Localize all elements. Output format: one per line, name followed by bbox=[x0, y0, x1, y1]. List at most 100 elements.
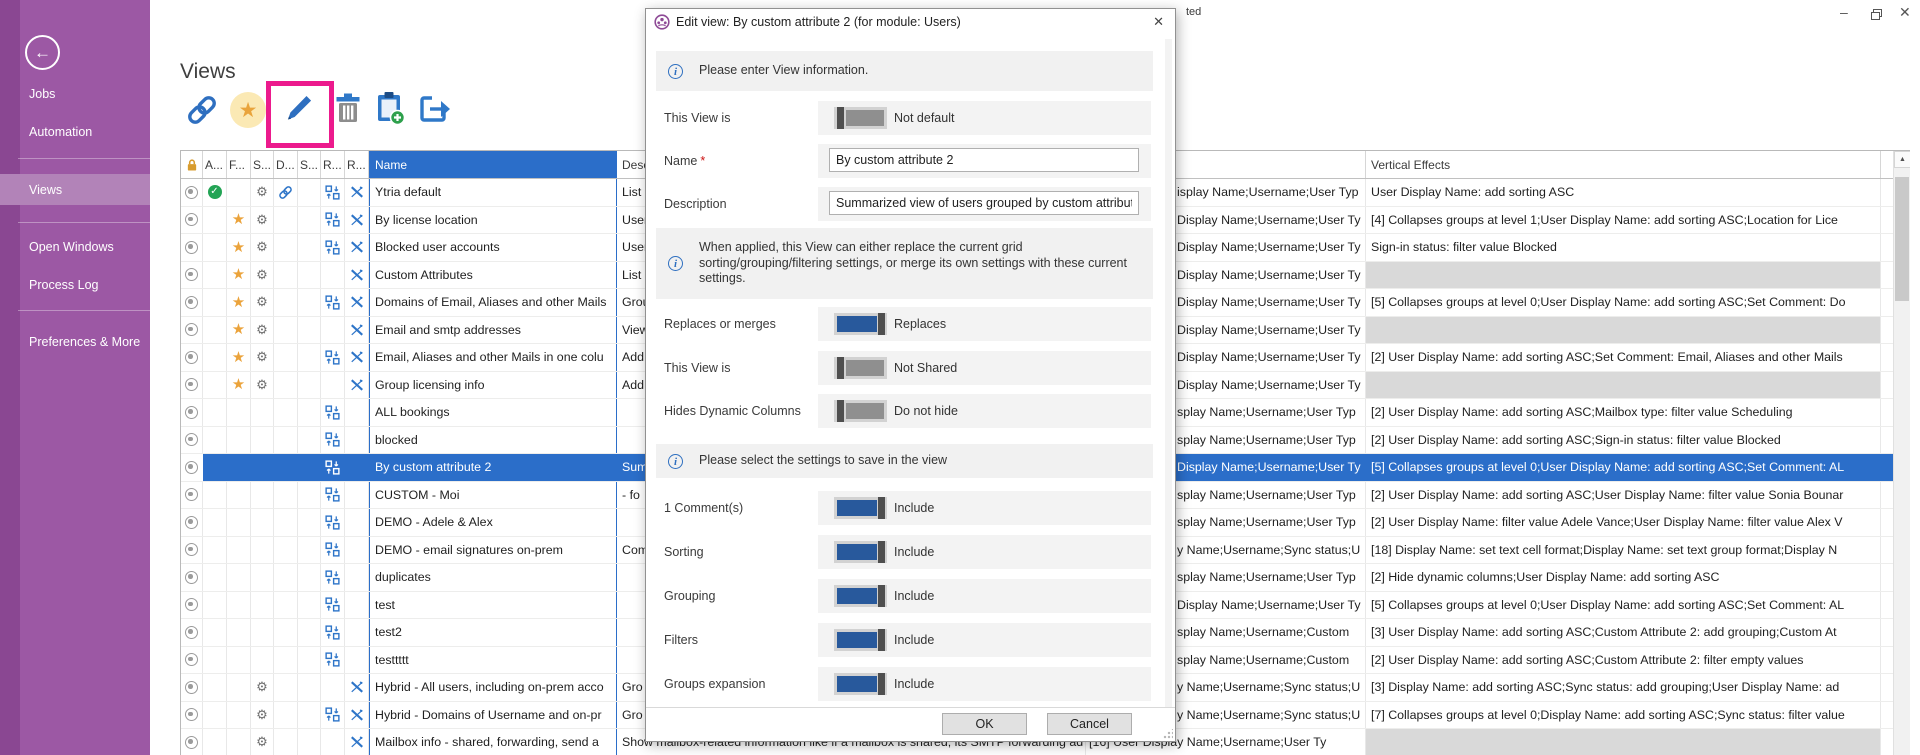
view-name-cell[interactable]: By license location bbox=[369, 207, 617, 234]
column-header[interactable]: A... bbox=[203, 151, 227, 178]
row-selector-radio[interactable] bbox=[181, 234, 203, 261]
row-selector-radio[interactable] bbox=[181, 619, 203, 646]
sidebar-item-jobs[interactable]: Jobs bbox=[29, 86, 55, 102]
view-name-cell[interactable]: By custom attribute 2 bbox=[369, 454, 617, 481]
view-description-input[interactable] bbox=[829, 191, 1139, 215]
view-name-cell[interactable]: Custom Attributes bbox=[369, 262, 617, 289]
sidebar-item-views[interactable]: Views bbox=[29, 182, 62, 198]
column-header[interactable]: R... bbox=[345, 151, 369, 178]
row-selector-radio[interactable] bbox=[181, 207, 203, 234]
row-selector-radio[interactable] bbox=[181, 674, 203, 701]
view-name-cell[interactable]: DEMO - email signatures on-prem bbox=[369, 537, 617, 564]
sidebar-item-preferences[interactable]: Preferences & More bbox=[29, 334, 140, 350]
row-selector-radio[interactable] bbox=[181, 592, 203, 619]
toggle-switch[interactable] bbox=[834, 107, 887, 129]
export-view-button[interactable] bbox=[417, 93, 453, 129]
view-name-cell[interactable]: Email, Aliases and other Mails in one co… bbox=[369, 344, 617, 371]
toggle-switch[interactable] bbox=[834, 585, 887, 607]
scroll-up-icon[interactable]: ▲ bbox=[1894, 151, 1910, 168]
check-icon: ✓ bbox=[208, 185, 222, 199]
icon-cell bbox=[203, 317, 227, 344]
view-name-cell[interactable]: Email and smtp addresses bbox=[369, 317, 617, 344]
row-selector-radio[interactable] bbox=[181, 344, 203, 371]
toggle-switch[interactable] bbox=[834, 629, 887, 651]
vertical-effects-column-header[interactable]: Vertical Effects bbox=[1366, 151, 1881, 178]
view-name-cell[interactable]: Group licensing info bbox=[369, 372, 617, 399]
column-header[interactable]: F... bbox=[227, 151, 251, 178]
vertical-scrollbar[interactable]: ▲ bbox=[1893, 151, 1910, 755]
sidebar-item-open-windows[interactable]: Open Windows bbox=[29, 239, 114, 255]
row-selector-radio[interactable] bbox=[181, 729, 203, 755]
reorder-columns-icon bbox=[325, 515, 340, 530]
toggle-switch[interactable] bbox=[834, 313, 887, 335]
column-header[interactable]: S... bbox=[298, 151, 321, 178]
row-selector-radio[interactable] bbox=[181, 179, 203, 206]
view-name-cell[interactable]: Hybrid - All users, including on-prem ac… bbox=[369, 674, 617, 701]
icon-cell bbox=[203, 647, 227, 674]
restore-button[interactable] bbox=[1871, 7, 1882, 23]
icon-cell bbox=[274, 454, 298, 481]
view-name-cell[interactable]: Blocked user accounts bbox=[369, 234, 617, 261]
view-name-cell[interactable]: test2 bbox=[369, 619, 617, 646]
view-name-input[interactable] bbox=[829, 148, 1139, 172]
row-selector-radio[interactable] bbox=[181, 372, 203, 399]
view-name-cell[interactable]: testtttt bbox=[369, 647, 617, 674]
toggle-switch[interactable] bbox=[834, 541, 887, 563]
clear-sorting-icon bbox=[350, 240, 364, 254]
icon-cell bbox=[298, 564, 321, 591]
toggle-switch[interactable] bbox=[834, 673, 887, 695]
row-selector-radio[interactable] bbox=[181, 317, 203, 344]
row-selector-radio[interactable] bbox=[181, 647, 203, 674]
dialog-titlebar[interactable]: Edit view: By custom attribute 2 (for mo… bbox=[646, 9, 1175, 35]
toggle-band: Not Shared bbox=[818, 351, 1151, 385]
name-column-header[interactable]: Name bbox=[369, 151, 617, 178]
view-name-cell[interactable]: Domains of Email, Aliases and other Mail… bbox=[369, 289, 617, 316]
link-view-button[interactable] bbox=[184, 92, 220, 128]
icon-cell bbox=[321, 179, 345, 206]
row-selector-radio[interactable] bbox=[181, 454, 203, 481]
row-selector-radio[interactable] bbox=[181, 537, 203, 564]
copy-view-button[interactable] bbox=[372, 92, 408, 128]
toggle-switch[interactable] bbox=[834, 497, 887, 519]
column-header[interactable]: S... bbox=[251, 151, 274, 178]
row-selector-radio[interactable] bbox=[181, 427, 203, 454]
view-name-cell[interactable]: ALL bookings bbox=[369, 399, 617, 426]
row-selector-radio[interactable] bbox=[181, 702, 203, 729]
back-button[interactable]: ← bbox=[25, 35, 60, 70]
view-name-cell[interactable]: Ytria default bbox=[369, 179, 617, 206]
toggle-switch[interactable] bbox=[834, 357, 887, 379]
lock-column-header[interactable] bbox=[181, 151, 203, 178]
close-button[interactable]: ✕ bbox=[1899, 4, 1911, 20]
row-selector-radio[interactable] bbox=[181, 262, 203, 289]
icon-cell bbox=[298, 317, 321, 344]
sidebar-item-process-log[interactable]: Process Log bbox=[29, 277, 98, 293]
view-name-cell[interactable]: duplicates bbox=[369, 564, 617, 591]
cancel-button[interactable]: Cancel bbox=[1047, 713, 1132, 735]
view-name-cell[interactable]: test bbox=[369, 592, 617, 619]
row-selector-radio[interactable] bbox=[181, 509, 203, 536]
minimize-button[interactable]: – bbox=[1840, 4, 1848, 20]
view-name-cell[interactable]: blocked bbox=[369, 427, 617, 454]
view-name-cell[interactable]: Mailbox info - shared, forwarding, send … bbox=[369, 729, 617, 755]
icon-cell bbox=[321, 592, 345, 619]
view-name-cell[interactable]: Hybrid - Domains of Username and on-pr bbox=[369, 702, 617, 729]
scrollbar-thumb[interactable] bbox=[1895, 177, 1909, 301]
row-selector-radio[interactable] bbox=[181, 564, 203, 591]
column-header[interactable]: D... bbox=[274, 151, 298, 178]
view-name-cell[interactable]: CUSTOM - Moi bbox=[369, 482, 617, 509]
row-selector-radio[interactable] bbox=[181, 289, 203, 316]
icon-cell bbox=[298, 592, 321, 619]
row-selector-radio[interactable] bbox=[181, 482, 203, 509]
radio-icon bbox=[185, 736, 198, 749]
sidebar-item-automation[interactable]: Automation bbox=[29, 124, 92, 140]
ok-button[interactable]: OK bbox=[942, 713, 1027, 735]
radio-icon bbox=[185, 571, 198, 584]
resize-grip[interactable] bbox=[1163, 729, 1173, 739]
delete-view-button[interactable] bbox=[330, 92, 366, 128]
toggle-switch[interactable] bbox=[834, 400, 887, 422]
row-selector-radio[interactable] bbox=[181, 399, 203, 426]
favorite-view-button[interactable]: ★ bbox=[230, 92, 266, 128]
dialog-close-icon[interactable]: ✕ bbox=[1153, 9, 1164, 35]
view-name-cell[interactable]: DEMO - Adele & Alex bbox=[369, 509, 617, 536]
column-header[interactable]: R... bbox=[321, 151, 345, 178]
